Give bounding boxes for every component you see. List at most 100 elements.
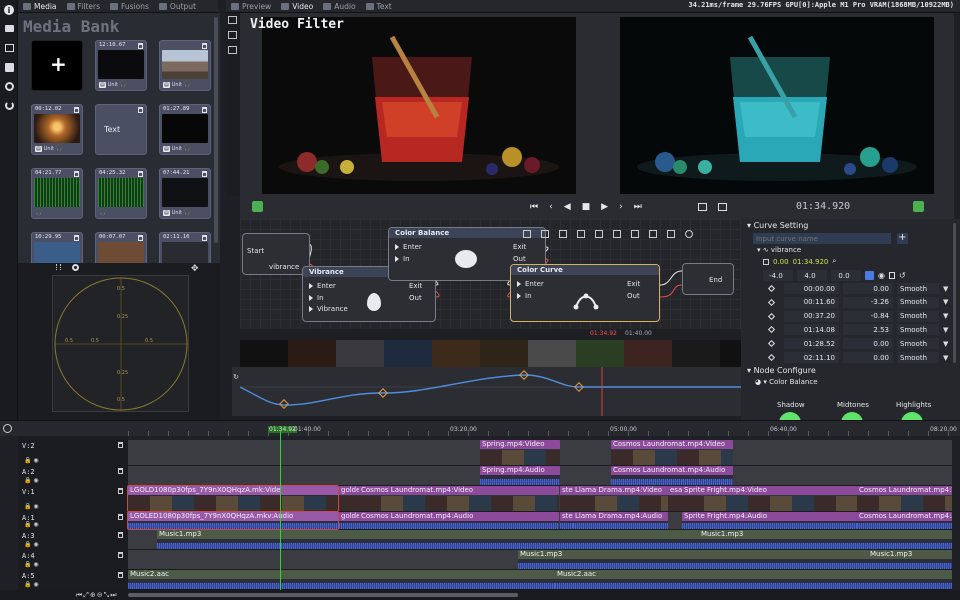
trash-icon[interactable]	[138, 235, 143, 241]
point-value-input[interactable]: -3.26	[843, 296, 893, 308]
node-configure-header[interactable]: ▾ Node Configure	[747, 366, 816, 375]
calendar-icon[interactable]	[5, 44, 14, 52]
audio-clip[interactable]: Cosmos Laundromat.mp4:Au	[857, 512, 952, 529]
point-time-input[interactable]: 01:28.52	[784, 338, 839, 350]
curve-setting-header[interactable]: ▾ Curve Setting	[747, 221, 808, 230]
point-value-input[interactable]: 0.00	[843, 283, 893, 294]
node-end[interactable]: End	[682, 263, 734, 295]
point-mode-select[interactable]: Smooth	[897, 310, 939, 322]
track-trash-icon[interactable]	[118, 514, 123, 520]
media-card[interactable]: 00:12.02 ▤ Unit 🎧	[31, 104, 83, 155]
tab-output[interactable]: Output	[154, 0, 201, 12]
audio-clip[interactable]: Music1.mp3	[518, 550, 868, 569]
media-card[interactable]: 04:21.77 🎧	[31, 168, 83, 219]
keyframe-diamond-icon[interactable]	[767, 312, 776, 320]
node-config-item[interactable]: ◕ ▾ Color Balance	[755, 378, 818, 386]
track-lock-visibility-icons[interactable]: 🔒 ◉	[24, 521, 39, 528]
media-card[interactable]: 00:07.07🎧	[95, 232, 147, 263]
track-trash-icon[interactable]	[118, 488, 123, 494]
trash-icon[interactable]	[202, 107, 207, 113]
audio-clip[interactable]: Music1.mp3	[868, 550, 952, 569]
duplicate-icon[interactable]	[595, 230, 603, 238]
skip-end-icon[interactable]: ⏭	[634, 202, 642, 212]
point-mode-select[interactable]: Smooth	[897, 324, 939, 336]
eye-icon[interactable]: ◉	[878, 271, 885, 280]
prev-frame-icon[interactable]: ‹	[549, 202, 553, 212]
audio-clip[interactable]: Music2.aac	[128, 570, 555, 589]
drag-handle-icon[interactable]	[56, 264, 61, 270]
point-mode-select[interactable]: Smooth	[897, 283, 939, 294]
audio-icon[interactable]: 🎧	[184, 209, 191, 216]
keyframe-diamond-icon[interactable]	[767, 284, 776, 293]
keyframe-diamond-icon[interactable]	[767, 353, 776, 362]
track-lock-visibility-icons[interactable]: 🔒 ◉	[24, 503, 39, 510]
tab-filters[interactable]: Filters	[62, 0, 105, 12]
media-card[interactable]: 02:11.10🎧	[159, 232, 211, 263]
audio-clip[interactable]: Music1.mp3	[157, 530, 699, 549]
zoom-fit-icon[interactable]	[523, 230, 531, 238]
play-back-icon[interactable]: ◀	[564, 202, 571, 212]
save-icon[interactable]	[5, 63, 14, 72]
track-trash-icon[interactable]	[118, 572, 123, 578]
export-frame-icon[interactable]	[252, 201, 263, 212]
history-icon[interactable]	[685, 230, 693, 238]
point-time-input[interactable]: 01:14.08	[784, 324, 839, 336]
playhead[interactable]	[280, 430, 281, 590]
audio-clip[interactable]: Music1.mp3	[699, 530, 952, 549]
node-graph[interactable]: Start vibrance Vibrance Enter In Vibranc…	[240, 219, 741, 340]
tab-text[interactable]: Text	[361, 0, 397, 12]
track-lock-visibility-icons[interactable]: 🔒 ◉	[24, 581, 39, 588]
track-lock-visibility-icons[interactable]: 🔒 ◉	[24, 477, 39, 484]
timeline-collapse-icon[interactable]	[3, 424, 12, 433]
audio-icon[interactable]: 🎧	[184, 81, 191, 88]
add-media-card[interactable]: +	[31, 40, 83, 91]
trash-icon[interactable]	[138, 43, 143, 49]
tab-fusions[interactable]: Fusions	[105, 0, 154, 12]
media-scrollbar[interactable]	[214, 17, 218, 243]
chevron-down-icon[interactable]: ▼	[943, 326, 948, 334]
video-clip[interactable]: Cosmos Laundromat.mp4:Video	[359, 486, 559, 511]
media-card[interactable]: 04:25.32 🎧	[95, 168, 147, 219]
chevron-down-icon[interactable]: ▼	[943, 298, 948, 306]
settings-icon[interactable]	[5, 82, 14, 91]
audio-clip[interactable]: LGOLED1080p30fps_7Y9nX0QHqzA.mkv:Audio	[127, 511, 339, 530]
range-min-input[interactable]: -4.0	[763, 270, 793, 281]
paste-icon[interactable]	[559, 230, 567, 238]
info-icon[interactable]: i	[4, 5, 14, 15]
video-clip[interactable]: Cosmos Laundromat.mp4:Video	[611, 440, 733, 465]
add-curve-button[interactable]: +	[897, 233, 908, 244]
point-value-input[interactable]: 2.53	[843, 324, 893, 336]
media-card[interactable]: ▤ Unit 🎧	[159, 40, 211, 91]
video-clip[interactable]: Spring.mp4:Video	[480, 440, 560, 465]
chevron-down-icon[interactable]: ▼	[943, 354, 948, 362]
crop-icon[interactable]	[228, 46, 237, 54]
track-lock-visibility-icons[interactable]: 🔒 ◉	[24, 561, 39, 568]
curve-tree-item[interactable]: ▾ ∿ vibrance	[757, 246, 801, 254]
copy-icon[interactable]	[541, 230, 549, 238]
point-mode-select[interactable]: Smooth	[897, 352, 939, 363]
skip-start-icon[interactable]: ⏮	[530, 202, 538, 212]
clear-icon[interactable]	[631, 230, 639, 238]
point-time-input[interactable]: 00:00.00	[784, 283, 839, 294]
tab-preview[interactable]: Preview	[226, 0, 276, 12]
redo-icon[interactable]	[667, 230, 675, 238]
curve-reset-icon[interactable]: ↻	[233, 373, 239, 381]
tab-video[interactable]: Video	[276, 0, 318, 12]
loop-icon[interactable]	[698, 203, 707, 211]
audio-icon[interactable]: 🎧	[120, 81, 127, 88]
cut-icon[interactable]	[577, 230, 585, 238]
keyframe-diamond-icon[interactable]	[767, 298, 776, 306]
track-trash-icon[interactable]	[118, 468, 123, 474]
range-max-input[interactable]: 4.0	[797, 270, 827, 281]
next-frame-icon[interactable]: ›	[619, 202, 623, 212]
tab-media[interactable]: Media	[18, 0, 62, 12]
undo-icon[interactable]	[649, 230, 657, 238]
trash-icon[interactable]	[74, 107, 79, 113]
audio-icon[interactable]: 🎧	[99, 209, 106, 216]
track-trash-icon[interactable]	[118, 532, 123, 538]
midtones-color-wheel[interactable]	[841, 412, 863, 420]
trash-icon[interactable]	[138, 107, 143, 113]
play-icon[interactable]: ▶	[601, 202, 608, 212]
folder-icon[interactable]	[5, 25, 14, 32]
point-value-input[interactable]: 0.00	[843, 338, 893, 350]
